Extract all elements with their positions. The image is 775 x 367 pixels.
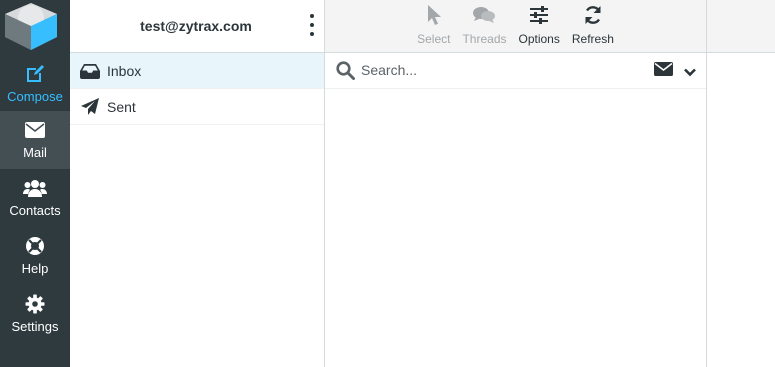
comments-icon <box>473 4 496 26</box>
lifebuoy-icon <box>25 235 45 257</box>
folder-inbox-label: Inbox <box>107 62 142 79</box>
folder-sent-label: Sent <box>107 98 136 115</box>
nav-mail[interactable]: Mail <box>0 111 70 169</box>
compose-icon <box>25 63 45 85</box>
gear-icon <box>25 293 45 315</box>
refresh-icon <box>583 4 603 26</box>
select-button-label: Select <box>417 32 451 46</box>
search-bar <box>325 53 706 89</box>
search-input[interactable] <box>361 60 601 80</box>
folders-header: test@zytrax.com <box>70 0 324 53</box>
chevron-down-icon[interactable] <box>684 64 696 82</box>
nav-settings-label: Settings <box>11 319 59 334</box>
inbox-icon <box>80 61 100 81</box>
nav-contacts[interactable]: Contacts <box>0 169 70 227</box>
refresh-button[interactable]: Refresh <box>572 0 614 46</box>
folder-inbox[interactable]: Inbox <box>70 53 324 89</box>
nav-settings[interactable]: Settings <box>0 285 70 343</box>
options-button[interactable]: Options <box>519 0 560 46</box>
envelope-icon[interactable] <box>654 62 673 81</box>
account-email: test@zytrax.com <box>140 18 252 34</box>
select-button[interactable]: Select <box>417 0 450 46</box>
cursor-icon <box>427 4 441 26</box>
nav-compose-label: Compose <box>7 89 63 104</box>
main-navigation: Compose Mail Contacts Help Settings <box>0 0 70 367</box>
threads-button[interactable]: Threads <box>462 0 507 46</box>
message-list-panel: Select Threads Options Refresh Search... <box>325 0 707 367</box>
nav-help-label: Help <box>21 261 49 276</box>
nav-compose[interactable]: Compose <box>0 55 70 113</box>
message-preview-panel <box>707 0 775 367</box>
folder-sent[interactable]: Sent <box>70 89 324 125</box>
refresh-button-label: Refresh <box>571 32 614 46</box>
app-logo[interactable] <box>0 0 70 53</box>
envelope-icon <box>25 119 45 141</box>
search-icon[interactable] <box>336 61 355 85</box>
preview-header <box>707 0 775 53</box>
users-icon <box>23 177 47 199</box>
options-button-label: Options <box>518 32 560 46</box>
sliders-icon <box>529 4 549 26</box>
nav-contacts-label: Contacts <box>9 203 61 218</box>
account-menu-icon[interactable] <box>308 14 316 36</box>
folders-panel: test@zytrax.com Inbox Sent <box>70 0 325 367</box>
nav-help[interactable]: Help <box>0 227 70 285</box>
paper-plane-icon <box>80 97 100 117</box>
nav-mail-label: Mail <box>23 145 47 160</box>
threads-button-label: Threads <box>462 32 507 46</box>
list-toolbar: Select Threads Options Refresh <box>325 0 706 53</box>
